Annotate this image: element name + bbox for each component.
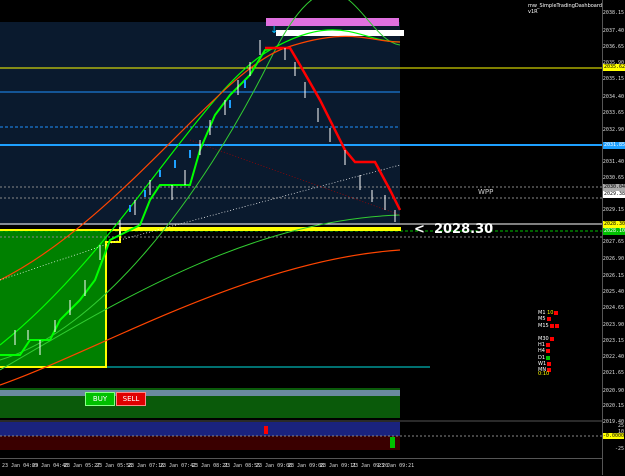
price-tick: 2026.15 [602,273,624,279]
trend-square-icon [545,342,550,347]
timeframe-label: M5 [538,316,546,322]
timeframe-value: 0:10 [538,371,550,377]
price-chart-svg: ↓ [0,0,602,450]
price-tick: 2025.40 [602,289,624,295]
price-tag: 2029.38 [603,191,625,198]
buy-button[interactable]: BUY [85,392,115,406]
indicator-tick: -25 [614,446,624,452]
indicator-bar [390,437,395,448]
time-tick: 23 Jan 05:27 [64,463,101,469]
resistance-bar [266,18,399,26]
price-tag: 2035.62 [603,64,625,71]
price-tick: 2023.90 [602,322,624,328]
marker-bar [276,30,404,36]
range-box [0,22,400,225]
indicator-bottom [0,436,400,450]
current-price-label: < 2028.30 [414,222,494,237]
price-tick: 2020.90 [602,388,624,394]
timeframe-row: M5 [538,316,551,322]
trend-square-icon [554,323,559,328]
window-title: mw_SimpleTradingDashboard v1R [528,3,603,15]
price-axis: 2038.15 2037.40 2036.65 2035.90 2035.15 2034.… [602,0,625,475]
trend-square-icon [547,361,552,366]
price-tick: 2023.15 [602,338,624,344]
price-tick: 2037.40 [602,28,624,34]
green-zone [0,230,107,367]
price-tick: 2027.65 [602,239,624,245]
time-axis: 23 Jan 04:09 23 Jan 04:40 23 Jan 05:27 23 J… [0,458,602,476]
price-tick: 2030.65 [602,175,624,181]
trend-square-icon [546,316,551,321]
wpp-label: WPP [478,188,494,196]
indicator-tick: -0.0000 [602,433,624,439]
time-tick: 23 Jan 09:00 [256,463,293,469]
timeframe-row: 0:10 [538,371,549,377]
price-tick: 2035.15 [602,76,624,82]
price-tag: 2030.04 [603,184,625,191]
price-tick: 2038.15 [602,10,624,16]
chart-area[interactable]: ↓ < 2028.30 WPP mw_SimpleTradingDashboar… [0,0,602,458]
timeframe-row: M15 [538,323,559,329]
time-tick: 23 Jan 08:21 [192,463,229,469]
timeframe-row: H4 [538,348,550,354]
price-tick: 2024.65 [602,305,624,311]
timeframe-label: M15 [538,323,549,329]
price-tick: 2031.40 [602,159,624,165]
time-tick: 23 Jan 07:16 [128,463,165,469]
arrow-down-icon: ↓ [270,25,278,36]
trend-square-icon [554,310,559,315]
time-tick: 23 Jan 04:40 [32,463,69,469]
sell-button[interactable]: SELL [116,392,146,406]
price-tick: 2034.40 [602,94,624,100]
time-tick: 23 Jan 07:42 [160,463,197,469]
timeframe-label: H4 [538,348,545,354]
price-tag: 2031.85 [603,142,625,149]
price-tick: 2036.65 [602,44,624,50]
price-tag: 2028.10 [603,228,625,235]
trend-square-icon [549,323,554,328]
price-tick: 2033.65 [602,110,624,116]
time-tick: 23 Jan 09:21 [378,463,415,469]
time-tick: 23 Jan 05:58 [96,463,133,469]
price-tick: 2021.65 [602,370,624,376]
trend-square-icon [549,336,554,341]
signal-strip [0,390,400,396]
time-tick: 23 Jan 09:11 [320,463,357,469]
price-tick: 2020.15 [602,403,624,409]
price-tag: 2028.30 [603,221,625,228]
price-tick: 2022.40 [602,354,624,360]
price-tick: 2029.15 [602,207,624,213]
trend-square-icon [545,348,550,353]
indicator-top [0,422,400,436]
time-tick: 23 Jan 09:08 [288,463,325,469]
price-tick: 2026.90 [602,256,624,262]
trend-square-icon [546,355,551,360]
time-tick: 23 Jan 08:55 [224,463,261,469]
price-tick: 2032.90 [602,127,624,133]
indicator-bar [264,426,268,434]
